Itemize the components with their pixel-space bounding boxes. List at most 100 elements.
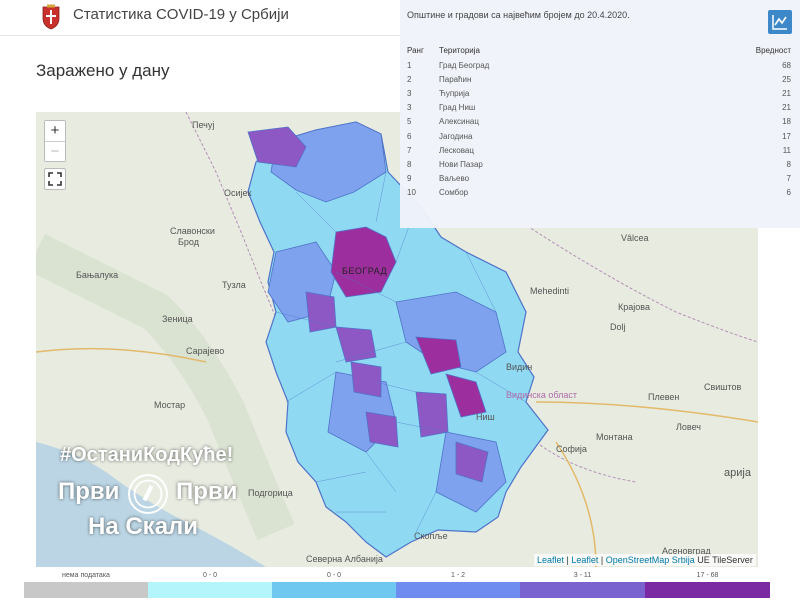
legend-item: нема података — [24, 572, 148, 600]
legend-swatch — [645, 582, 770, 598]
map-label-dolj: Dolj — [610, 322, 626, 332]
row-rank: 5 — [407, 117, 412, 127]
map-label-zenica: Зеница — [162, 314, 193, 324]
row-rank: 7 — [407, 145, 412, 155]
map-label-albania: Северна Албанија — [306, 554, 383, 564]
map-label-tuzla: Тузла — [222, 280, 246, 290]
legend-label: 1 - 2 — [450, 572, 465, 579]
map-label-pecuj: Печуј — [192, 120, 215, 130]
legend-swatch — [24, 582, 148, 598]
table-row: 3 Ћуприја 21 — [407, 86, 793, 100]
row-territory: Град Београд — [439, 60, 490, 70]
map-label-nis: Ниш — [476, 412, 495, 422]
ranking-header-row: Ранг Територија Вредност — [407, 42, 793, 58]
row-territory: Нови Пазар — [439, 159, 483, 169]
attribution-osm-link[interactable]: OpenStreetMap Srbija — [606, 555, 695, 565]
map-label-brod: Брод — [178, 237, 199, 247]
row-territory: Лесковац — [439, 145, 474, 155]
attribution-leaflet-link[interactable]: Leaflet — [537, 555, 564, 565]
zoom-out-button[interactable]: − — [45, 141, 65, 161]
row-rank: 8 — [407, 159, 412, 169]
table-row: 1 Град Београд 68 — [407, 58, 793, 72]
map-label-mostar: Мостар — [154, 400, 186, 410]
legend-label: нема података — [62, 572, 110, 579]
legend-label: 0 - 0 — [326, 572, 341, 579]
row-rank: 3 — [407, 103, 412, 113]
map-label-mehedinti: Mehedinti — [530, 286, 570, 296]
map-label-sarajevo: Сарајево — [186, 346, 225, 356]
row-territory: Ваљево — [439, 174, 470, 184]
table-row: 7 Лесковац 11 — [407, 143, 793, 157]
table-row: 9 Ваљево 7 — [407, 172, 793, 186]
map-label-beograd: БЕОГРАД — [342, 266, 388, 276]
legend-item: 0 - 0 — [148, 572, 272, 600]
legend-swatch — [520, 582, 645, 598]
row-value: 68 — [782, 60, 791, 70]
brand-logo-icon — [128, 474, 168, 514]
table-row: 2 Параћин 25 — [407, 72, 793, 86]
row-value: 6 — [786, 188, 791, 198]
map-label-banjaluka: Бањалука — [76, 270, 119, 280]
row-rank: 6 — [407, 131, 412, 141]
map-label-sofija: Софија — [556, 444, 587, 454]
table-row: 3 Град Ниш 21 — [407, 101, 793, 115]
map-label-kraiova: Крајова — [618, 302, 650, 312]
table-row: 5 Алексинац 18 — [407, 115, 793, 129]
attribution-leaflet-link-2[interactable]: Leaflet — [571, 555, 598, 565]
fullscreen-button[interactable] — [44, 168, 66, 190]
map-label-skopje: Скопље — [414, 531, 448, 541]
row-value: 8 — [786, 159, 791, 169]
chart-toggle-button[interactable] — [768, 10, 792, 34]
brand-right-text: Први — [176, 478, 238, 505]
legend-item: 0 - 0 — [272, 572, 396, 600]
brand-left-text: Први — [58, 478, 120, 505]
table-row: 6 Јагодина 17 — [407, 129, 793, 143]
map-label-slavonski: Славонски — [170, 226, 215, 236]
map-label-podgorica: Подгорица — [248, 488, 293, 498]
ranking-title: Општине и градови са највећим бројем до … — [407, 10, 630, 20]
row-rank: 2 — [407, 74, 412, 84]
row-territory: Град Ниш — [439, 103, 476, 113]
map-legend: нема података 0 - 0 0 - 0 1 - 2 3 - 11 1… — [24, 572, 770, 600]
row-value: 21 — [782, 88, 791, 98]
zoom-control: + − — [44, 120, 66, 162]
row-rank: 1 — [407, 60, 412, 70]
row-rank: 3 — [407, 88, 412, 98]
hashtag-text: #ОстаниКодКуће! — [60, 444, 234, 466]
legend-item: 3 - 11 — [520, 572, 645, 600]
legend-label: 0 - 0 — [202, 572, 217, 579]
map-label-montana: Монтана — [596, 432, 633, 442]
table-row: 10 Сомбор 6 — [407, 186, 793, 200]
row-territory: Ћуприја — [439, 88, 470, 98]
ranking-table: Ранг Територија Вредност 1 Град Београд … — [407, 42, 793, 200]
map-label-osijek: Осијек — [224, 188, 252, 198]
row-value: 18 — [782, 117, 791, 127]
ranking-header-territory: Територија — [439, 45, 480, 55]
row-value: 17 — [782, 131, 791, 141]
ranking-header-rank: Ранг — [407, 45, 424, 55]
row-territory: Параћин — [439, 74, 472, 84]
row-rank: 9 — [407, 174, 412, 184]
legend-item: 1 - 2 — [396, 572, 520, 600]
row-value: 25 — [782, 74, 791, 84]
attribution-separator-2: | — [598, 555, 606, 565]
map-label-vidin: Видинска област — [506, 390, 578, 400]
map-label-lovech: Ловеч — [676, 422, 701, 432]
legend-swatch — [148, 582, 272, 598]
line-chart-icon — [772, 15, 787, 30]
row-rank: 10 — [407, 188, 416, 198]
serbia-coat-of-arms-icon — [42, 4, 60, 30]
map-label-vidin-city: Видин — [506, 362, 533, 372]
legend-item: 17 - 68 — [645, 572, 770, 600]
map-attribution: Leaflet | Leaflet | OpenStreetMap Srbija… — [534, 554, 756, 566]
app-title: Статистика COVID-19 у Србији — [73, 6, 289, 23]
legend-swatch — [396, 582, 520, 598]
legend-swatch — [272, 582, 396, 598]
zoom-in-button[interactable]: + — [45, 121, 65, 141]
legend-label: 17 - 68 — [696, 572, 719, 579]
row-value: 7 — [786, 174, 791, 184]
brand-bottom-text: На Скали — [88, 513, 199, 540]
row-value: 21 — [782, 103, 791, 113]
row-territory: Алексинац — [439, 117, 479, 127]
page-subtitle: Заражено у дану — [36, 61, 170, 80]
